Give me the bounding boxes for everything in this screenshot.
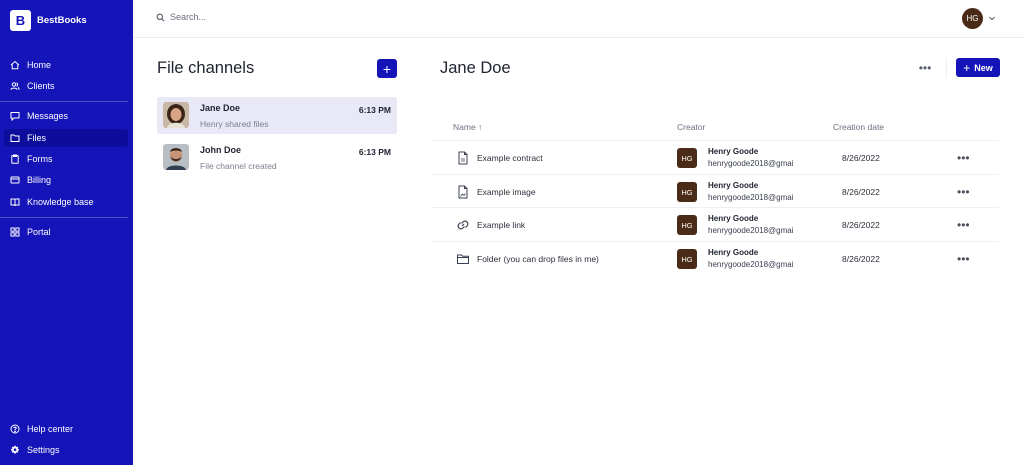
page-title: Jane Doe — [440, 59, 511, 77]
file-channels-panel: File channels + Jane Doe Henry shared fi… — [133, 38, 423, 465]
new-button[interactable]: + New — [956, 58, 1000, 77]
channel-item-john-doe[interactable]: John Doe File channel created 6:13 PM — [157, 139, 397, 176]
column-header-creator[interactable]: Creator — [677, 122, 705, 132]
column-header-date[interactable]: Creation date — [833, 122, 884, 132]
sidebar-item-label: Clients — [27, 81, 55, 91]
card-icon — [10, 175, 20, 185]
column-header-name[interactable]: Name ↑ — [453, 122, 482, 132]
channel-detail-panel: Jane Doe ••• + New Name ↑ Creator Creati… — [423, 38, 1024, 465]
row-more-button[interactable]: ••• — [957, 252, 970, 266]
link-icon — [457, 220, 469, 230]
creator-name: Henry Goode — [708, 147, 759, 156]
home-icon — [10, 60, 20, 70]
more-options-button[interactable]: ••• — [916, 61, 934, 75]
channel-time: 6:13 PM — [358, 147, 391, 157]
image-file-icon — [458, 185, 468, 199]
new-button-label: New — [974, 62, 993, 73]
row-more-button[interactable]: ••• — [957, 185, 970, 199]
channel-item-jane-doe[interactable]: Jane Doe Henry shared files 6:13 PM — [157, 97, 397, 134]
sidebar-item-label: Messages — [27, 111, 69, 121]
sidebar-item-label: Help center — [27, 424, 74, 434]
sidebar: B BestBooks Home Clients Messages Files … — [0, 0, 133, 465]
avatar: HG — [677, 249, 697, 269]
creation-date: 8/26/2022 — [842, 187, 880, 197]
creator-email: henrygoode2018@gmai — [708, 260, 794, 269]
sidebar-item-label: Settings — [27, 445, 60, 455]
channel-time: 6:13 PM — [358, 105, 391, 115]
top-bar: Search... HG — [133, 0, 1024, 38]
avatar: HG — [677, 148, 697, 168]
sidebar-divider — [0, 101, 128, 102]
sidebar-item-billing[interactable]: Billing — [4, 171, 128, 189]
sidebar-item-knowledge-base[interactable]: Knowledge base — [4, 193, 128, 211]
sidebar-item-home[interactable]: Home — [4, 56, 128, 74]
sidebar-item-label: Portal — [27, 227, 51, 237]
table-row[interactable]: Example contract HG Henry Goode henrygoo… — [431, 140, 999, 174]
creation-date: 8/26/2022 — [842, 254, 880, 264]
file-name: Example contract — [477, 153, 543, 163]
row-more-button[interactable]: ••• — [957, 218, 970, 232]
table-row[interactable]: Example image HG Henry Goode henrygoode2… — [431, 174, 999, 208]
creator-name: Henry Goode — [708, 248, 759, 257]
creator-email: henrygoode2018@gmai — [708, 159, 794, 168]
creator-name: Henry Goode — [708, 214, 759, 223]
sidebar-item-label: Billing — [27, 175, 52, 185]
plus-icon: + — [963, 60, 971, 75]
grid-icon — [10, 227, 20, 237]
sidebar-item-settings[interactable]: Settings — [4, 441, 128, 459]
sidebar-item-label: Home — [27, 60, 52, 70]
users-icon — [10, 81, 20, 91]
sidebar-divider — [0, 217, 128, 218]
sidebar-item-portal[interactable]: Portal — [4, 223, 128, 241]
message-icon — [10, 111, 20, 121]
creation-date: 8/26/2022 — [842, 153, 880, 163]
sidebar-item-messages[interactable]: Messages — [4, 107, 128, 125]
creator-email: henrygoode2018@gmai — [708, 193, 794, 202]
avatar: HG — [677, 182, 697, 202]
divider — [946, 58, 947, 78]
sidebar-item-label: Files — [27, 133, 47, 143]
sidebar-item-label: Forms — [27, 154, 53, 164]
folder-icon — [10, 133, 20, 143]
channel-name: Jane Doe — [200, 103, 241, 113]
book-icon — [10, 197, 20, 207]
sidebar-item-forms[interactable]: Forms — [4, 150, 128, 168]
table-row[interactable]: Example link HG Henry Goode henrygoode20… — [431, 207, 999, 241]
brand[interactable]: B BestBooks — [10, 9, 87, 31]
folder-icon — [457, 254, 469, 264]
help-icon — [10, 424, 20, 434]
table-row[interactable]: Folder (you can drop files in me) HG Hen… — [431, 241, 999, 275]
file-name: Folder (you can drop files in me) — [477, 254, 599, 264]
channel-name: John Doe — [200, 145, 242, 155]
file-name: Example image — [477, 187, 536, 197]
sidebar-item-help-center[interactable]: Help center — [4, 420, 128, 438]
document-icon — [458, 151, 468, 165]
search-placeholder: Search... — [170, 12, 207, 22]
clipboard-icon — [10, 154, 20, 164]
creation-date: 8/26/2022 — [842, 220, 880, 230]
sidebar-item-clients[interactable]: Clients — [4, 77, 128, 95]
gear-icon — [10, 445, 20, 455]
file-name: Example link — [477, 220, 526, 230]
avatar — [163, 144, 189, 170]
chevron-down-icon[interactable] — [988, 14, 996, 22]
creator-email: henrygoode2018@gmai — [708, 226, 794, 235]
creator-name: Henry Goode — [708, 181, 759, 190]
sidebar-item-label: Knowledge base — [27, 197, 94, 207]
add-channel-button[interactable]: + — [377, 59, 397, 78]
row-more-button[interactable]: ••• — [957, 151, 970, 165]
panel-title: File channels — [157, 59, 255, 77]
brand-logo: B — [10, 9, 31, 31]
channel-subtitle: File channel created — [200, 161, 277, 171]
avatar — [163, 102, 189, 128]
search-icon — [156, 13, 165, 21]
search-input[interactable]: Search... — [156, 12, 206, 22]
user-avatar[interactable]: HG — [962, 8, 983, 29]
brand-name: BestBooks — [37, 14, 87, 26]
sidebar-item-files[interactable]: Files — [4, 129, 128, 147]
channel-subtitle: Henry shared files — [200, 119, 269, 129]
avatar: HG — [677, 215, 697, 235]
